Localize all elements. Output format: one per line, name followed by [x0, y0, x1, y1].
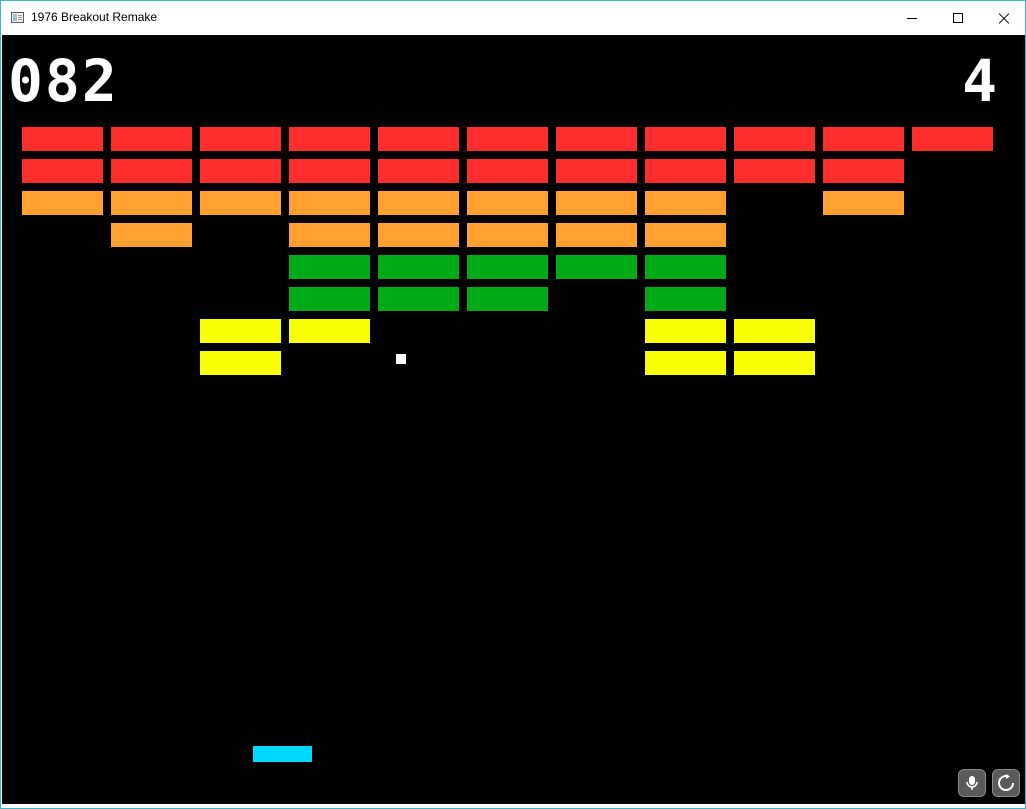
brick-red — [22, 127, 103, 151]
brick-orange — [823, 191, 904, 215]
brick-red — [111, 127, 192, 151]
brick-orange — [289, 191, 370, 215]
minimize-button[interactable] — [889, 1, 935, 34]
brick-red — [467, 159, 548, 183]
window-title: 1976 Breakout Remake — [31, 10, 158, 24]
ball — [396, 354, 406, 364]
brick-yellow — [200, 351, 281, 375]
brick-orange — [22, 191, 103, 215]
brick-red — [111, 159, 192, 183]
brick-yellow — [289, 319, 370, 343]
brick-green — [289, 287, 370, 311]
brick-orange — [467, 191, 548, 215]
maximize-button[interactable] — [935, 1, 981, 34]
rotate-button[interactable] — [992, 769, 1020, 797]
brick-green — [289, 255, 370, 279]
brick-red — [378, 159, 459, 183]
brick-red — [22, 159, 103, 183]
brick-red — [556, 127, 637, 151]
brick-orange — [467, 223, 548, 247]
brick-red — [378, 127, 459, 151]
brick-green — [467, 287, 548, 311]
brick-red — [823, 159, 904, 183]
brick-red — [556, 159, 637, 183]
brick-orange — [556, 223, 637, 247]
score-display: 082 — [8, 47, 119, 115]
brick-orange — [200, 191, 281, 215]
brick-yellow — [734, 319, 815, 343]
brick-green — [378, 287, 459, 311]
brick-green — [378, 255, 459, 279]
brick-orange — [645, 223, 726, 247]
microphone-icon — [966, 776, 978, 790]
brick-green — [645, 255, 726, 279]
paddle[interactable] — [253, 746, 312, 762]
close-button[interactable] — [981, 1, 1026, 34]
brick-red — [200, 159, 281, 183]
brick-orange — [378, 223, 459, 247]
lives-display: 4 — [962, 47, 999, 115]
brick-red — [912, 127, 993, 151]
title-bar[interactable]: 1976 Breakout Remake — [1, 1, 1025, 34]
brick-orange — [645, 191, 726, 215]
brick-green — [556, 255, 637, 279]
brick-green — [645, 287, 726, 311]
brick-red — [467, 127, 548, 151]
brick-yellow — [734, 351, 815, 375]
brick-yellow — [645, 351, 726, 375]
rotate-icon — [998, 774, 1014, 791]
app-window: 1976 Breakout Remake 082 4 — [0, 0, 1026, 809]
brick-orange — [111, 191, 192, 215]
brick-red — [734, 159, 815, 183]
brick-red — [734, 127, 815, 151]
brick-yellow — [200, 319, 281, 343]
game-canvas[interactable]: 082 4 — [2, 35, 1025, 804]
brick-orange — [289, 223, 370, 247]
microphone-button[interactable] — [958, 769, 986, 797]
brick-red — [645, 127, 726, 151]
brick-red — [289, 159, 370, 183]
brick-orange — [111, 223, 192, 247]
brick-yellow — [645, 319, 726, 343]
brick-orange — [556, 191, 637, 215]
brick-red — [645, 159, 726, 183]
brick-green — [467, 255, 548, 279]
brick-red — [289, 127, 370, 151]
app-icon — [11, 12, 24, 23]
brick-orange — [378, 191, 459, 215]
brick-red — [823, 127, 904, 151]
brick-red — [200, 127, 281, 151]
